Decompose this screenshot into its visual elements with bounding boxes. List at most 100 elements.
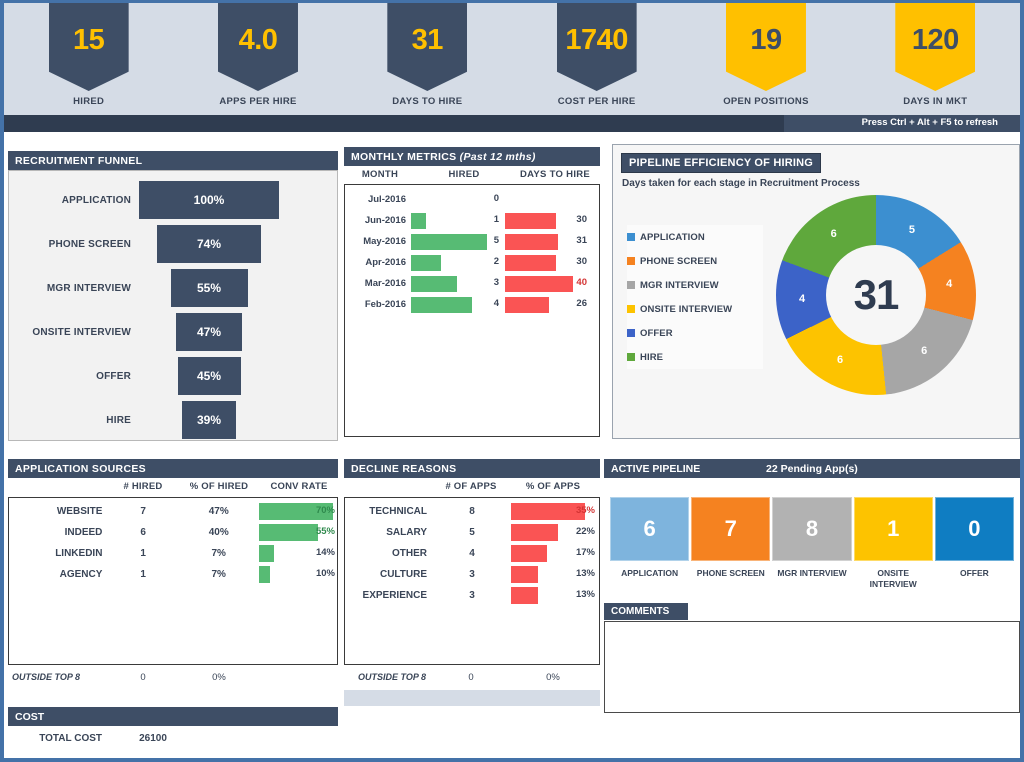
legend-label: APPLICATION xyxy=(640,232,705,243)
application-sources-columns: # HIRED % OF HIRED CONV RATE xyxy=(8,478,338,497)
hired-bar xyxy=(411,276,457,292)
stage-label: PHONE SCREEN xyxy=(691,568,770,579)
decline-reasons-columns: # OF APPS % OF APPS xyxy=(344,478,600,497)
days-bar-track: 30 xyxy=(505,255,589,271)
column-header-month: MONTH xyxy=(344,169,416,184)
source-hired-count: 1 xyxy=(108,569,178,580)
donut-segment-value: 6 xyxy=(837,354,843,366)
column-header-days-to-hire: DAYS TO HIRE xyxy=(512,169,598,184)
days-bar-track: 40 xyxy=(505,276,589,292)
decline-pct-value: 13% xyxy=(576,589,595,600)
decline-pct-track: 17% xyxy=(511,545,597,562)
decline-outside-pct: 0% xyxy=(510,672,596,683)
monthly-metrics-row: Jul-20160 xyxy=(345,189,599,210)
kpi-banner: 31 xyxy=(387,3,467,91)
application-source-row: INDEED640%55% xyxy=(9,522,337,543)
conv-rate-track: 10% xyxy=(259,566,337,583)
comments-panel: COMMENTS xyxy=(604,603,1020,728)
legend-swatch xyxy=(627,233,635,241)
application-sources-title: APPLICATION SOURCES xyxy=(8,459,338,478)
decline-pct-bar xyxy=(511,545,547,562)
kpi-card-hired: 15HIRED xyxy=(4,3,173,115)
monthly-metrics-row: Jun-2016130 xyxy=(345,210,599,231)
pipeline-stage-phone-screen[interactable]: 7 PHONE SCREEN xyxy=(691,497,770,589)
stage-count-box[interactable]: 1 xyxy=(854,497,933,561)
funnel-bar-track: 55% xyxy=(139,269,337,307)
decline-apps-count: 3 xyxy=(433,590,511,601)
recruitment-funnel-panel: RECRUITMENT FUNNEL APPLICATION100%PHONE … xyxy=(8,151,338,441)
monthly-metrics-row: May-2016531 xyxy=(345,231,599,252)
pipeline-stage-application[interactable]: 6APPLICATION xyxy=(610,497,689,589)
month-label: Feb-2016 xyxy=(345,299,411,310)
pipeline-stage-offer[interactable]: 0 OFFER xyxy=(935,497,1014,589)
legend-swatch xyxy=(627,353,635,361)
stage-label: OFFER xyxy=(935,568,1014,579)
decline-pct-track: 35% xyxy=(511,503,597,520)
donut-segment-value: 6 xyxy=(921,345,927,357)
funnel-stage-label: OFFER xyxy=(9,371,139,382)
pipeline-stage-onsite-interview[interactable]: 1ONSITE INTERVIEW xyxy=(854,497,933,589)
stage-count-box[interactable]: 7 xyxy=(691,497,770,561)
donut-center: 31 xyxy=(826,245,926,345)
pipeline-efficiency-panel: PIPELINE EFFICIENCY OF HIRING Days taken… xyxy=(612,144,1020,439)
stage-count-box[interactable]: 6 xyxy=(610,497,689,561)
legend-swatch xyxy=(627,329,635,337)
active-pipeline-title: ACTIVE PIPELINE xyxy=(611,463,700,475)
hired-bar xyxy=(411,255,441,271)
stage-count-box[interactable]: 0 xyxy=(935,497,1014,561)
decline-apps-count: 4 xyxy=(433,548,511,559)
column-header-num-hired: # HIRED xyxy=(108,481,178,497)
decline-pct-track: 13% xyxy=(511,587,597,604)
funnel-stage-bar: 39% xyxy=(182,401,237,439)
legend-item: ONSITE INTERVIEW xyxy=(627,297,763,321)
hired-value: 1 xyxy=(494,214,499,225)
conv-rate-value: 55% xyxy=(316,526,335,537)
legend-item: HIRE xyxy=(627,345,763,369)
donut-segment-value: 4 xyxy=(946,278,952,290)
kpi-card-apps-per-hire: 4.0APPS PER HIRE xyxy=(173,3,342,115)
hired-bar-track: 3 xyxy=(411,276,505,292)
source-hired-count: 1 xyxy=(108,548,178,559)
monthly-metrics-row: Mar-2016340 xyxy=(345,273,599,294)
total-cost-value: 26100 xyxy=(108,733,198,744)
funnel-stage-label: MGR INTERVIEW xyxy=(9,283,139,294)
source-hired-count: 7 xyxy=(108,506,178,517)
hired-bar-track: 1 xyxy=(411,213,505,229)
column-header-hired: HIRED xyxy=(416,169,512,184)
monthly-metrics-row: Apr-2016230 xyxy=(345,252,599,273)
decline-reason-name: CULTURE xyxy=(345,569,433,580)
conv-rate-bar xyxy=(259,524,317,541)
sources-outside-label: OUTSIDE TOP 8 xyxy=(8,672,108,682)
comments-input[interactable] xyxy=(604,621,1020,713)
month-label: Jul-2016 xyxy=(345,194,411,205)
days-bar xyxy=(505,297,549,313)
funnel-chart: APPLICATION100%PHONE SCREEN74%MGR INTERV… xyxy=(8,170,338,441)
legend-swatch xyxy=(627,281,635,289)
kpi-value: 31 xyxy=(412,26,443,55)
decline-pct-bar xyxy=(511,503,585,520)
application-source-row: LINKEDIN17%14% xyxy=(9,543,337,564)
month-label: Jun-2016 xyxy=(345,215,411,226)
funnel-stage-bar: 74% xyxy=(157,225,261,263)
decline-reason-name: EXPERIENCE xyxy=(345,590,433,601)
legend-item: APPLICATION xyxy=(627,225,763,249)
active-pipeline-stages: 6APPLICATION7 PHONE SCREEN8MGR INTERVIEW1… xyxy=(604,497,1020,589)
source-pct-hired: 7% xyxy=(178,548,260,559)
pipeline-stage-mgr-interview[interactable]: 8MGR INTERVIEW xyxy=(772,497,851,589)
stage-count-box[interactable]: 8 xyxy=(772,497,851,561)
refresh-hint-bar: Press Ctrl + Alt + F5 to refresh xyxy=(4,115,1020,132)
kpi-card-cost-per-hire: 1740COST PER HIRE xyxy=(512,3,681,115)
funnel-stage-bar: 45% xyxy=(178,357,241,395)
days-value: 31 xyxy=(576,235,587,246)
decline-outside-top8-row: OUTSIDE TOP 8 0 0% xyxy=(344,665,600,686)
hired-bar xyxy=(411,297,472,313)
source-name: AGENCY xyxy=(9,569,108,580)
decline-apps-count: 3 xyxy=(433,569,511,580)
decline-reason-row: CULTURE313% xyxy=(345,564,599,585)
decline-pct-bar xyxy=(511,566,538,583)
kpi-banner: 120 xyxy=(895,3,975,91)
decline-reasons-rows: TECHNICAL835%SALARY522%OTHER417%CULTURE3… xyxy=(344,497,600,665)
donut-ring: 31 xyxy=(776,195,976,395)
conv-rate-bar xyxy=(259,566,270,583)
application-sources-rows: WEBSITE747%70%INDEED640%55%LINKEDIN17%14… xyxy=(8,497,338,665)
